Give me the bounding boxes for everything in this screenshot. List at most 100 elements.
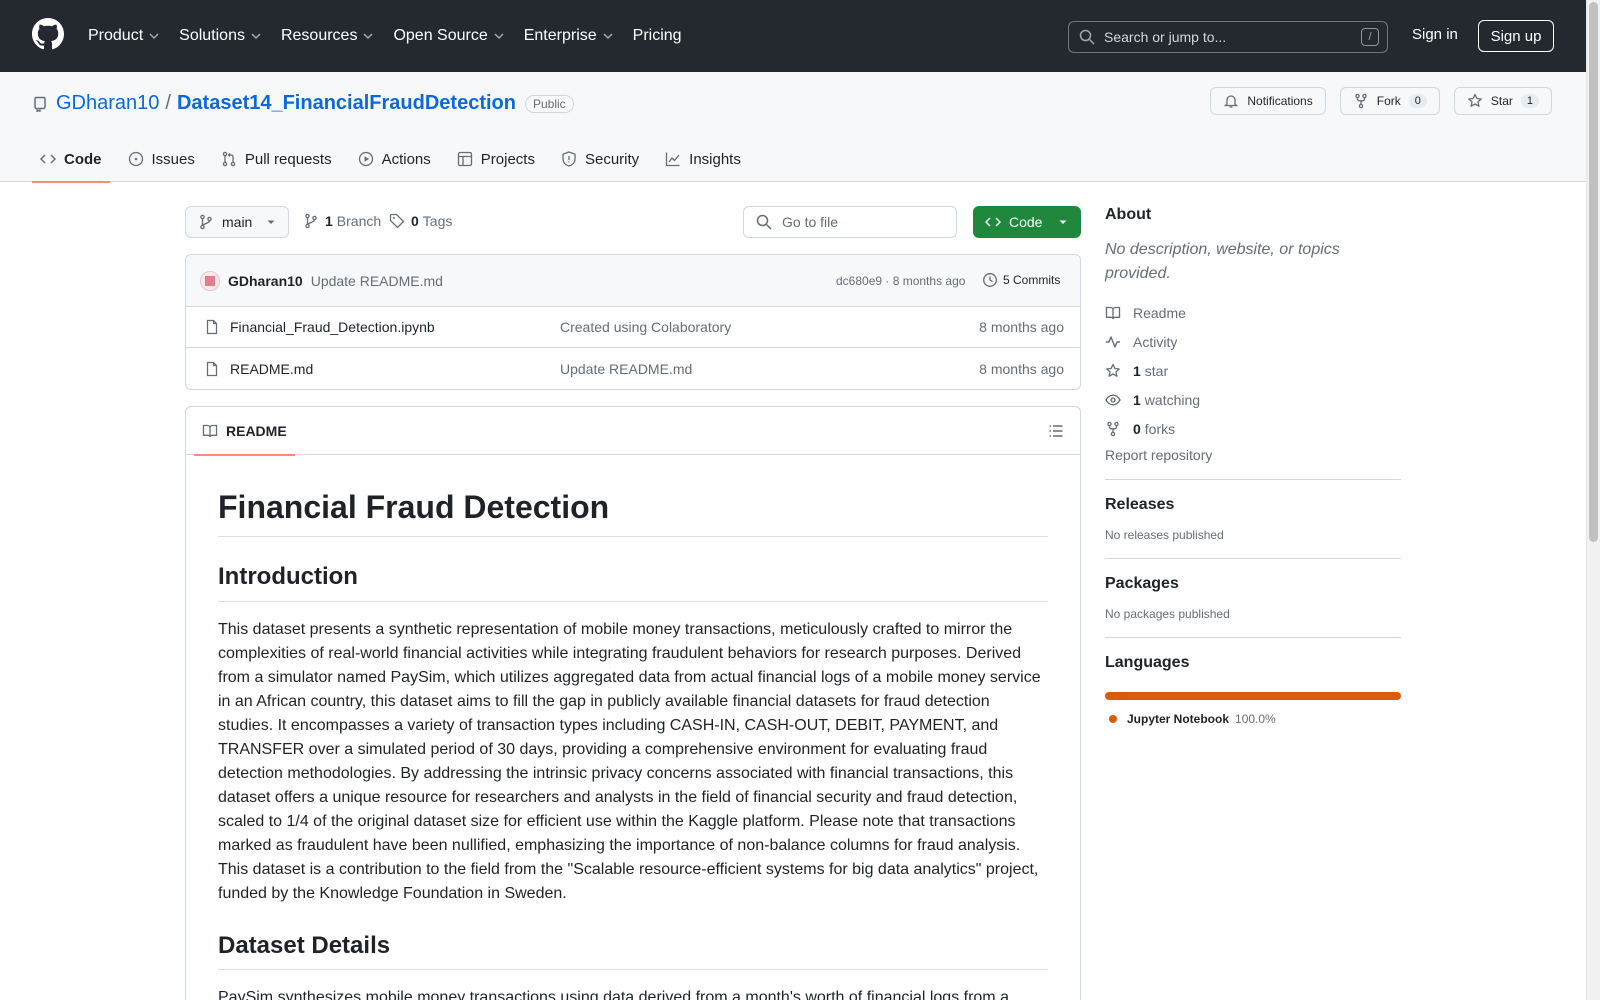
forks-link[interactable]: 0 forks (1105, 414, 1401, 443)
caret-down-icon (1059, 220, 1067, 224)
languages-section: Languages Jupyter Notebook 100.0% (1105, 638, 1401, 726)
chevron-down-icon (603, 33, 613, 40)
commit-message[interactable]: Update README.md (311, 273, 443, 289)
branch-icon (200, 214, 212, 230)
book-icon (1105, 306, 1121, 319)
file-toolbar: main 1 Branch 0 Tags Go to file Code (185, 206, 1081, 238)
activity-link[interactable]: Activity (1105, 327, 1401, 356)
nav-pricing[interactable]: Pricing (633, 27, 682, 45)
caret-down-icon (267, 220, 275, 224)
top-nav: Product Solutions Resources Open Source … (88, 0, 701, 72)
report-repository-link[interactable]: Report repository (1105, 447, 1401, 463)
avatar[interactable] (200, 270, 220, 291)
releases-empty-text: No releases published (1105, 528, 1224, 542)
packages-empty-text: No packages published (1105, 607, 1230, 621)
fork-count: 0 (1408, 94, 1427, 108)
tag-count: 0 (411, 213, 419, 229)
language-name: Jupyter Notebook (1127, 712, 1230, 726)
book-icon (202, 424, 218, 438)
sign-in-link[interactable]: Sign in (1412, 26, 1458, 43)
tags-link[interactable]: 0 Tags (389, 213, 452, 229)
commit-meta[interactable]: dc680e9 · 8 months ago (836, 274, 965, 288)
pulse-icon (1106, 335, 1120, 348)
search-input[interactable]: Search or jump to... / (1068, 21, 1388, 53)
fork-button[interactable]: Fork 0 (1339, 87, 1440, 115)
nav-solutions[interactable]: Solutions (179, 27, 262, 45)
readme-link[interactable]: Readme (1105, 298, 1401, 327)
tab-actions[interactable]: Actions (350, 136, 439, 182)
nav-product[interactable]: Product (88, 27, 160, 45)
tab-security[interactable]: Security (553, 136, 647, 182)
repo-header: GDharan10 / Dataset14_FinancialFraudDete… (0, 72, 1586, 183)
repo-title: GDharan10 / Dataset14_FinancialFraudDete… (32, 92, 574, 115)
file-name[interactable]: README.md (230, 361, 313, 377)
languages-heading: Languages (1105, 654, 1190, 671)
notifications-button[interactable]: Notifications (1210, 87, 1326, 115)
go-to-file-input[interactable]: Go to file (743, 206, 957, 238)
pull-request-icon (222, 151, 236, 167)
scrollbar-thumb[interactable] (1589, 2, 1598, 542)
commits-link[interactable]: 5 Commits (982, 272, 1060, 288)
history-icon (983, 273, 997, 287)
tab-pull-requests[interactable]: Pull requests (213, 136, 340, 182)
readme-panel: README Financial Fraud Detection Introdu… (185, 406, 1081, 1000)
eye-icon (1105, 394, 1121, 405)
tab-projects[interactable]: Projects (449, 136, 543, 182)
search-icon (756, 214, 772, 230)
file-name[interactable]: Financial_Fraud_Detection.ipynb (230, 319, 435, 335)
search-placeholder: Search or jump to... (1104, 29, 1227, 45)
language-color-dot (1109, 715, 1117, 723)
language-bar (1105, 692, 1401, 700)
nav-enterprise[interactable]: Enterprise (524, 27, 614, 45)
avatar-pattern (205, 275, 215, 286)
watching-link[interactable]: 1 watching (1105, 385, 1401, 414)
readme-title: Financial Fraud Detection (218, 489, 1048, 537)
repo-icon (34, 96, 46, 112)
fork-icon (1354, 93, 1367, 109)
file-commit-message[interactable]: Update README.md (560, 361, 692, 377)
commit-author[interactable]: GDharan10 (228, 273, 303, 289)
packages-heading[interactable]: Packages (1105, 575, 1401, 593)
branch-selector[interactable]: main (185, 206, 289, 238)
tab-insights[interactable]: Insights (657, 136, 749, 182)
file-age: 8 months ago (979, 360, 1064, 377)
stars-link[interactable]: 1 star (1105, 356, 1401, 385)
file-row[interactable]: Financial_Fraud_Detection.ipynb Created … (186, 307, 1080, 348)
repo-name-link[interactable]: Dataset14_FinancialFraudDetection (177, 92, 516, 115)
go-to-file-placeholder: Go to file (782, 214, 839, 230)
nav-resources[interactable]: Resources (281, 27, 374, 45)
file-row[interactable]: README.md Update README.md 8 months ago (186, 348, 1080, 389)
branch-label: Branch (336, 213, 382, 229)
star-button[interactable]: Star 1 (1453, 87, 1552, 115)
page-scrollbar[interactable] (1586, 0, 1600, 1000)
outline-list-icon[interactable] (1048, 423, 1064, 439)
code-icon (40, 154, 56, 164)
readme-content: Financial Fraud Detection Introduction T… (186, 489, 1080, 1000)
chevron-down-icon (494, 33, 504, 40)
github-logo-icon[interactable] (32, 18, 64, 50)
tab-code[interactable]: Code (32, 136, 110, 183)
repo-owner-link[interactable]: GDharan10 (56, 92, 159, 115)
latest-commit: GDharan10 Update README.md dc680e9 · 8 m… (186, 255, 1080, 307)
language-percent: 100.0% (1235, 712, 1276, 726)
readme-tab[interactable]: README (194, 407, 295, 456)
chevron-down-icon (251, 33, 261, 40)
branches-link[interactable]: 1 Branch (303, 213, 381, 229)
branch-icon (305, 213, 317, 229)
tab-issues[interactable]: Issues (120, 136, 203, 182)
graph-icon (666, 152, 680, 167)
code-button-label: Code (1009, 214, 1043, 230)
tag-label: Tags (422, 213, 453, 229)
code-button[interactable]: Code (973, 206, 1081, 238)
readme-details-paragraph: PaySim synthesizes mobile money transact… (218, 989, 1009, 1000)
releases-section: Releases No releases published (1105, 480, 1401, 542)
star-count: 1 (1520, 94, 1539, 108)
nav-open-source[interactable]: Open Source (393, 27, 504, 45)
releases-heading[interactable]: Releases (1105, 496, 1401, 514)
tag-icon (389, 213, 405, 229)
sign-up-button[interactable]: Sign up (1478, 20, 1554, 52)
issue-icon (128, 151, 143, 167)
top-header: Product Solutions Resources Open Source … (0, 0, 1586, 72)
language-legend-item[interactable]: Jupyter Notebook 100.0% (1105, 712, 1401, 726)
file-commit-message[interactable]: Created using Colaboratory (560, 319, 731, 335)
